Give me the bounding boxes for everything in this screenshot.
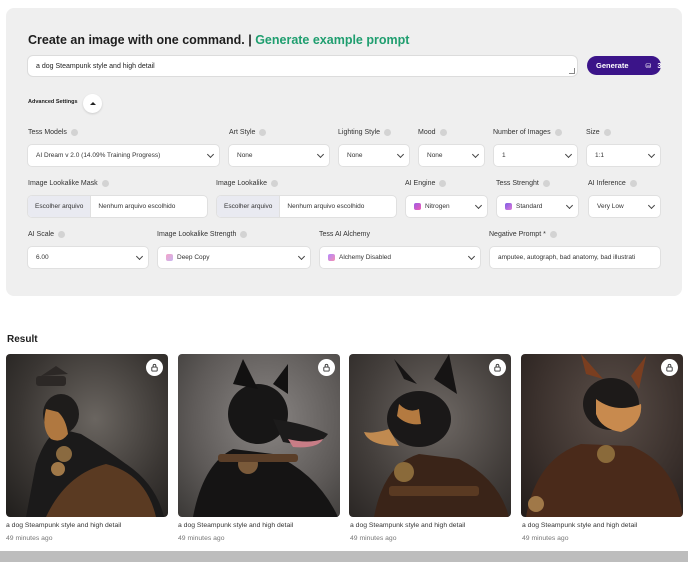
art-style-select[interactable]: None <box>228 144 330 167</box>
deep-copy-icon <box>166 254 173 261</box>
lock-icon[interactable] <box>489 359 506 376</box>
advanced-settings-toggle[interactable] <box>83 94 102 113</box>
info-icon <box>101 180 109 187</box>
alchemy-select[interactable]: Alchemy Disabled <box>319 246 481 269</box>
number-of-images-label: Number of Images <box>493 129 562 136</box>
info-icon <box>240 231 248 238</box>
result-caption: a dog Steampunk style and high detail <box>178 522 294 529</box>
info-icon <box>384 129 392 136</box>
info-icon <box>439 180 447 187</box>
result-image[interactable] <box>349 354 511 517</box>
info-icon <box>58 231 66 238</box>
alchemy-label: Tess AI Alchemy <box>319 231 370 238</box>
chevron-down-icon <box>474 201 483 210</box>
info-icon <box>70 129 78 136</box>
advanced-settings-label: Advanced Settings <box>28 99 78 105</box>
result-image[interactable] <box>6 354 168 517</box>
info-icon <box>603 129 611 136</box>
lock-icon[interactable] <box>318 359 335 376</box>
file-status: Nenhum arquivo escolhido <box>287 203 365 210</box>
chevron-down-icon <box>647 201 656 210</box>
ai-engine-label: AI Engine <box>405 180 447 187</box>
image-lookalike-mask-label: Image Lookalike Mask <box>28 180 109 187</box>
choose-file-button[interactable]: Escolher arquivo <box>217 196 281 217</box>
generate-label: Generate <box>596 61 629 70</box>
result-time: 49 minutes ago <box>178 535 225 542</box>
dog-illustration <box>526 354 683 517</box>
choose-file-button[interactable]: Escolher arquivo <box>28 196 92 217</box>
tess-strength-label: Tess Strenght <box>496 180 550 187</box>
dog-illustration <box>364 354 509 517</box>
info-icon <box>549 231 557 238</box>
chevron-down-icon <box>565 201 574 210</box>
lookalike-strength-label: Image Lookalike Strength <box>157 231 248 238</box>
lighting-style-label: Lighting Style <box>338 129 392 136</box>
art-style-label: Art Style <box>229 129 267 136</box>
result-caption: a dog Steampunk style and high detail <box>6 522 122 529</box>
size-label: Size <box>586 129 611 136</box>
result-caption: a dog Steampunk style and high detail <box>522 522 638 529</box>
ai-scale-label: AI Scale <box>28 231 66 238</box>
info-icon <box>259 129 267 136</box>
image-lookalike-label: Image Lookalike <box>216 180 278 187</box>
page-title-text: Create an image with one command. | <box>28 33 252 47</box>
lookalike-mask-file-input[interactable]: Escolher arquivo Nenhum arquivo escolhid… <box>27 195 208 218</box>
lookalike-strength-select[interactable]: Deep Copy <box>157 246 311 269</box>
prompt-input[interactable]: a dog Steampunk style and high detail <box>27 55 578 77</box>
info-icon <box>629 180 637 187</box>
mood-label: Mood <box>418 129 447 136</box>
generate-example-link[interactable]: Generate example prompt <box>255 33 409 47</box>
negative-prompt-input[interactable]: amputee, autograph, bad anatomy, bad ill… <box>489 246 661 269</box>
chevron-down-icon <box>467 252 476 261</box>
result-time: 49 minutes ago <box>6 535 53 542</box>
tess-models-label: Tess Models <box>28 129 78 136</box>
chevron-down-icon <box>135 252 144 261</box>
lock-icon[interactable] <box>661 359 678 376</box>
lookalike-file-input[interactable]: Escolher arquivo Nenhum arquivo escolhid… <box>216 195 397 218</box>
ai-inference-select[interactable]: Very Low <box>588 195 661 218</box>
chevron-down-icon <box>396 150 405 159</box>
chevron-down-icon <box>647 150 656 159</box>
ai-engine-select[interactable]: Nitrogen <box>405 195 488 218</box>
mood-select[interactable]: None <box>418 144 485 167</box>
info-icon <box>542 180 550 187</box>
tess-strength-select[interactable]: Standard <box>496 195 579 218</box>
alchemy-icon <box>328 254 335 261</box>
size-select[interactable]: 1:1 <box>586 144 661 167</box>
dog-illustration <box>193 359 338 517</box>
ai-inference-label: AI Inference <box>588 180 637 187</box>
result-caption: a dog Steampunk style and high detail <box>350 522 466 529</box>
strength-icon <box>505 203 512 210</box>
lighting-style-select[interactable]: None <box>338 144 410 167</box>
generate-button[interactable]: Generate ⛁ 3 <box>587 56 662 75</box>
lock-icon[interactable] <box>146 359 163 376</box>
number-of-images-select[interactable]: 1 <box>493 144 578 167</box>
bottom-bar <box>0 551 688 562</box>
credit-count: 3 <box>657 61 662 70</box>
info-icon <box>439 129 447 136</box>
result-image[interactable] <box>178 354 340 517</box>
tess-models-select[interactable]: AI Dream v 2.0 (14.09% Training Progress… <box>27 144 220 167</box>
chevron-down-icon <box>564 150 573 159</box>
result-time: 49 minutes ago <box>522 535 569 542</box>
chevron-down-icon <box>297 252 306 261</box>
coins-icon: ⛁ <box>645 62 652 70</box>
chevron-down-icon <box>471 150 480 159</box>
file-status: Nenhum arquivo escolhido <box>98 203 176 210</box>
info-icon <box>554 129 562 136</box>
dog-illustration <box>26 366 164 517</box>
negative-prompt-label: Negative Prompt * <box>489 231 557 238</box>
resize-handle-icon[interactable] <box>569 68 575 74</box>
info-icon <box>270 180 278 187</box>
result-image[interactable] <box>521 354 683 517</box>
page-title: Create an image with one command. | Gene… <box>28 33 409 47</box>
nitrogen-icon <box>414 203 421 210</box>
result-heading: Result <box>7 334 38 345</box>
ai-scale-select[interactable]: 6.00 <box>27 246 149 269</box>
prompt-value: a dog Steampunk style and high detail <box>36 63 155 70</box>
chevron-down-icon <box>206 150 215 159</box>
result-time: 49 minutes ago <box>350 535 397 542</box>
chevron-down-icon <box>316 150 325 159</box>
